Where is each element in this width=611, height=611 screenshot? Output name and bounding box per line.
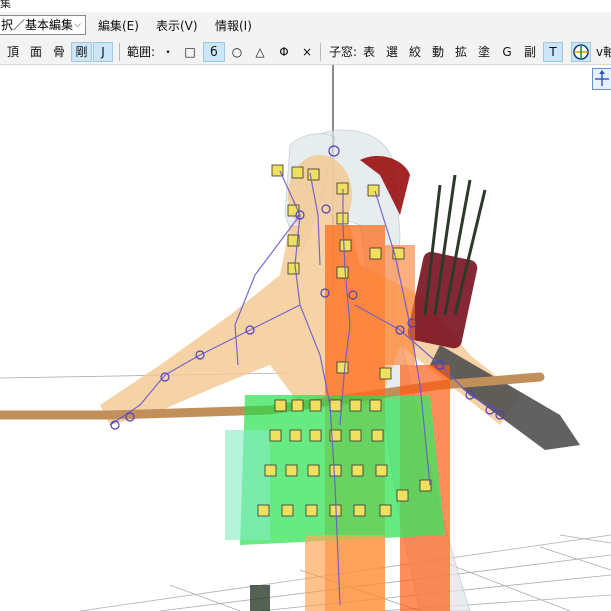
3d-viewport[interactable]: [0, 65, 611, 611]
child-scale[interactable]: 拡: [453, 42, 469, 62]
range-circle[interactable]: ○: [228, 42, 246, 62]
toggle-bone[interactable]: 骨: [50, 42, 68, 62]
range-lasso[interactable]: б: [203, 42, 225, 62]
child-group[interactable]: G: [499, 42, 515, 62]
child-select[interactable]: 選: [384, 42, 400, 62]
toggle-face[interactable]: 面: [27, 42, 45, 62]
menu-info[interactable]: 情報(I): [215, 17, 252, 34]
foot-mesh: [250, 585, 270, 611]
separator: [119, 43, 120, 61]
title-bar: 集: [0, 0, 611, 12]
range-point[interactable]: ・: [159, 42, 177, 62]
v-axis-button[interactable]: v軸: [596, 42, 611, 62]
range-rect[interactable]: □: [181, 42, 199, 62]
menu-view[interactable]: 表示(V): [156, 17, 198, 34]
range-label: 範囲:: [126, 45, 156, 59]
menu-bar: 択／基本編集 ⌵ 編集(E) 表示(V) 情報(I): [0, 12, 611, 39]
child-window-label: 子窓:: [328, 45, 358, 59]
toolbar: 頂 面 骨 剛 J 範囲: ・ □ б ○ △ Φ × 子窓: 表 選 絞 動 …: [0, 39, 611, 65]
axis-gizmo-icon[interactable]: [592, 68, 611, 90]
window-title: 集: [0, 0, 11, 10]
child-table[interactable]: 表: [361, 42, 377, 62]
toggle-rigid-body[interactable]: 剛: [71, 42, 92, 62]
child-move[interactable]: 動: [430, 42, 446, 62]
menu-edit[interactable]: 編集(E): [98, 17, 139, 34]
child-filter[interactable]: 絞: [407, 42, 423, 62]
globe-icon[interactable]: [571, 42, 591, 62]
chevron-down-icon: ⌵: [74, 20, 81, 30]
toggle-joint[interactable]: J: [93, 42, 113, 62]
separator: [320, 43, 321, 61]
edit-mode-value: 択／基本編集: [1, 18, 74, 32]
range-clear[interactable]: ×: [299, 42, 315, 62]
model-scene: [0, 65, 611, 611]
edit-mode-select[interactable]: 択／基本編集 ⌵: [0, 15, 86, 35]
child-sub[interactable]: 副: [521, 42, 539, 62]
range-phi[interactable]: Φ: [275, 42, 293, 62]
child-t[interactable]: T: [543, 42, 563, 62]
child-paint[interactable]: 塗: [476, 42, 492, 62]
range-triangle[interactable]: △: [251, 42, 269, 62]
toggle-vertex[interactable]: 頂: [4, 42, 22, 62]
